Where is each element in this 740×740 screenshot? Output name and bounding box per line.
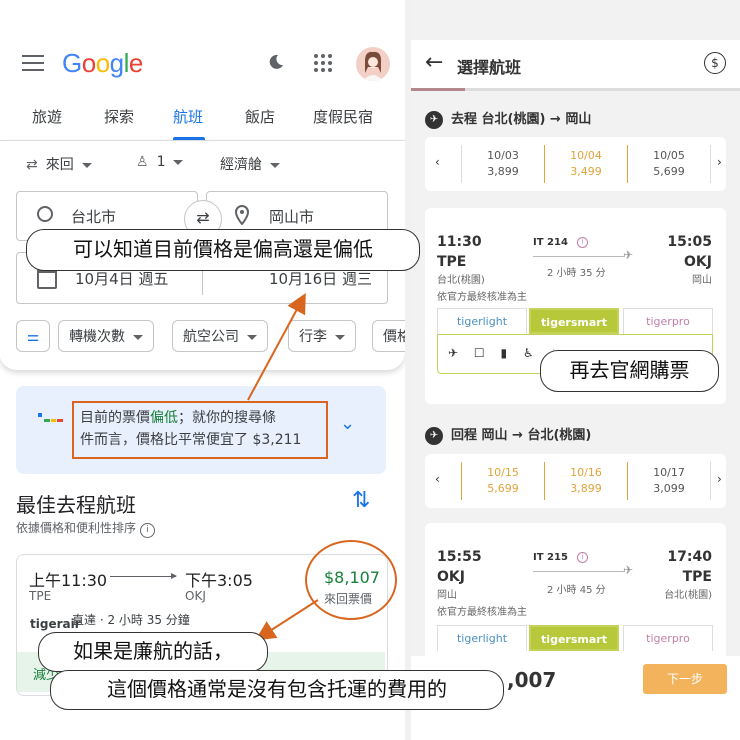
google-logo: Google [62, 48, 143, 78]
filter-airlines[interactable]: 航空公司 [172, 320, 268, 352]
page-title: 選擇航班 [457, 58, 522, 77]
fare-tigersmart[interactable]: tigersmart [529, 308, 619, 334]
filter-price[interactable]: 價格 [372, 320, 405, 352]
price-highlight-circle [305, 540, 397, 620]
chevron-down-icon[interactable]: ⌄ [340, 413, 355, 434]
filter-bags[interactable]: 行李 [288, 320, 356, 352]
next-date-icon[interactable]: › [717, 472, 722, 486]
annotation-price-level: 可以知道目前價格是偏高還是偏低 [26, 229, 420, 271]
fare-tigerpro[interactable]: tigerpro [623, 308, 713, 334]
fare-tabs: tigerlight tigersmart tigerpro [437, 625, 713, 651]
passenger-select[interactable]: ♙ 1 [136, 154, 184, 170]
plane-icon: ✈ [623, 248, 634, 262]
trip-type-select[interactable]: ⇄ 來回 [26, 154, 92, 174]
fare-tigersmart[interactable]: tigersmart [529, 625, 619, 651]
cabin-class-select[interactable]: 經濟艙 [220, 154, 280, 174]
inbound-label: ✈ 回程 岡山 → 台北(桃園) [425, 424, 591, 445]
avatar[interactable] [356, 47, 390, 81]
progress-bar [411, 88, 740, 91]
fare-tabs: tigerlight tigersmart tigerpro [437, 308, 713, 334]
person-icon: ♙ [136, 154, 149, 170]
total-price: ,007 [507, 668, 557, 692]
outbound-date-selector: ‹ 10/03 3,899 10/04 3,499 10/05 5,699 › [425, 137, 726, 191]
nav-tabs: 旅遊 探索 航班 飯店 度假民宿 [0, 100, 405, 141]
return-date: 10月16日 週三 [269, 270, 372, 288]
best-flights-subtitle: 依據價格和便利性排序 i [16, 519, 155, 538]
info-icon: i [139, 523, 155, 538]
date-option[interactable]: 10/05 5,699 [629, 148, 709, 180]
currency-icon[interactable]: $ [704, 52, 726, 74]
price-insight-text: 目前的票價偏低；就你的搜尋條 件而言，價格比平常便宜了 $3,211 [72, 401, 328, 459]
prev-date-icon[interactable]: ‹ [435, 472, 440, 486]
annotation-lcc-line1: 如果是廉航的話， [38, 632, 268, 672]
info-icon: i [577, 552, 588, 563]
next-button[interactable]: 下一步 [643, 664, 727, 694]
location-pin-icon [235, 205, 249, 225]
plane-icon: ✈ [623, 563, 634, 577]
depart-date: 10月4日 週五 [75, 270, 169, 288]
price-insight-icon [38, 413, 63, 422]
next-date-icon[interactable]: › [717, 155, 722, 169]
menu-icon[interactable] [22, 55, 44, 76]
date-option[interactable]: 10/03 3,899 [463, 148, 543, 180]
tab-travel[interactable]: 旅遊 [32, 106, 62, 127]
swap-arrows-icon: ⇄ [26, 157, 38, 173]
best-flights-title: 最佳去程航班 [16, 493, 136, 517]
back-arrow-icon[interactable]: ← [425, 50, 443, 75]
flight-arrow [110, 573, 177, 579]
date-option-selected[interactable]: 10/16 3,899 [546, 465, 626, 497]
plane-landing-icon: ✈ [425, 426, 443, 445]
outbound-label: ✈ 去程 台北(桃園) → 岡山 [425, 108, 591, 129]
inbound-flight-card[interactable]: 15:55 17:40 IT 215 i OKJ TPE ✈ 2 小時 45 分… [425, 523, 726, 663]
fare-tigerpro[interactable]: tigerpro [623, 625, 713, 651]
date-option[interactable]: 10/15 5,699 [463, 465, 543, 497]
origin-circle-icon [37, 206, 53, 222]
tab-explore[interactable]: 探索 [104, 106, 134, 127]
filter-stops[interactable]: 轉機次數 [58, 320, 154, 352]
inbound-date-selector: ‹ 10/15 5,699 10/16 3,899 10/17 3,099 › [425, 454, 726, 508]
annotation-official-site: 再去官網購票 [540, 350, 719, 392]
filters-icon[interactable]: ⚌ [16, 320, 50, 352]
calendar-icon [37, 269, 57, 289]
apps-grid-icon[interactable] [314, 54, 332, 72]
tab-flights[interactable]: 航班 [173, 106, 203, 127]
info-icon: i [577, 237, 588, 248]
sort-icon[interactable]: ⇅ [352, 488, 370, 513]
prev-date-icon[interactable]: ‹ [435, 155, 440, 169]
fare-tigerlight[interactable]: tigerlight [437, 308, 527, 334]
date-option-selected[interactable]: 10/04 3,499 [546, 148, 626, 180]
tab-vacation-rentals[interactable]: 度假民宿 [313, 106, 373, 127]
google-flights-panel: Google 旅遊 探索 航班 飯店 度假民宿 ⇄ 來回 ♙ 1 經濟艙 台北市 ⇄… [0, 0, 405, 740]
tab-hotels[interactable]: 飯店 [245, 106, 275, 127]
dark-mode-icon[interactable] [266, 52, 286, 72]
date-option[interactable]: 10/17 3,099 [629, 465, 709, 497]
flight-info: 直達 · 2 小時 35 分鐘 [72, 613, 190, 627]
annotation-lcc-line2: 這個價格通常是沒有包含托運的費用的 [50, 670, 504, 710]
fare-tigerlight[interactable]: tigerlight [437, 625, 527, 651]
tigerair-header: ← 選擇航班 $ [411, 40, 740, 90]
plane-takeoff-icon: ✈ [425, 110, 443, 129]
